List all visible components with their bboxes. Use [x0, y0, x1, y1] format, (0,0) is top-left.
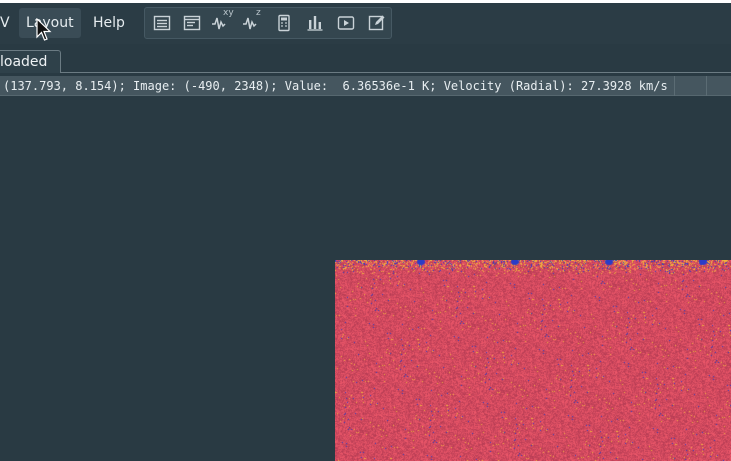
histogram-icon[interactable]	[301, 10, 329, 36]
spectral-profile-label: z	[256, 8, 261, 18]
spatial-profile-icon[interactable]: xy	[207, 8, 235, 36]
file-header-icon[interactable]	[178, 10, 206, 36]
app-window: View Layout Help xy z	[0, 0, 731, 461]
menu-help[interactable]: Help	[86, 8, 132, 38]
edit-region-icon[interactable]	[363, 10, 391, 36]
mouse-pointer-icon	[36, 18, 52, 41]
cursor-bar-separator	[674, 76, 675, 96]
image-canvas[interactable]	[335, 260, 731, 461]
cursor-info-text: (137.793, 8.154); Image: (-490, 2348); V…	[3, 79, 668, 93]
widget-toolbar: xy z	[144, 7, 392, 39]
tab-bar: loaded	[0, 44, 731, 73]
spectral-profile-icon[interactable]: z	[238, 8, 266, 36]
animator-play-icon[interactable]	[332, 10, 360, 36]
spatial-profile-label: xy	[223, 8, 234, 18]
cursor-bar-separator	[706, 76, 707, 96]
image-raster	[335, 260, 731, 461]
menu-view[interactable]: View	[0, 8, 10, 38]
image-viewer[interactable]	[0, 96, 731, 461]
calculator-icon[interactable]	[270, 10, 298, 36]
table-icon[interactable]	[148, 10, 176, 36]
cursor-info-bar: (137.793, 8.154); Image: (-490, 2348); V…	[0, 76, 731, 96]
tab-image-loaded[interactable]: loaded	[0, 50, 61, 73]
tab-divider	[61, 72, 731, 73]
menubar: View Layout Help xy z	[0, 3, 731, 44]
